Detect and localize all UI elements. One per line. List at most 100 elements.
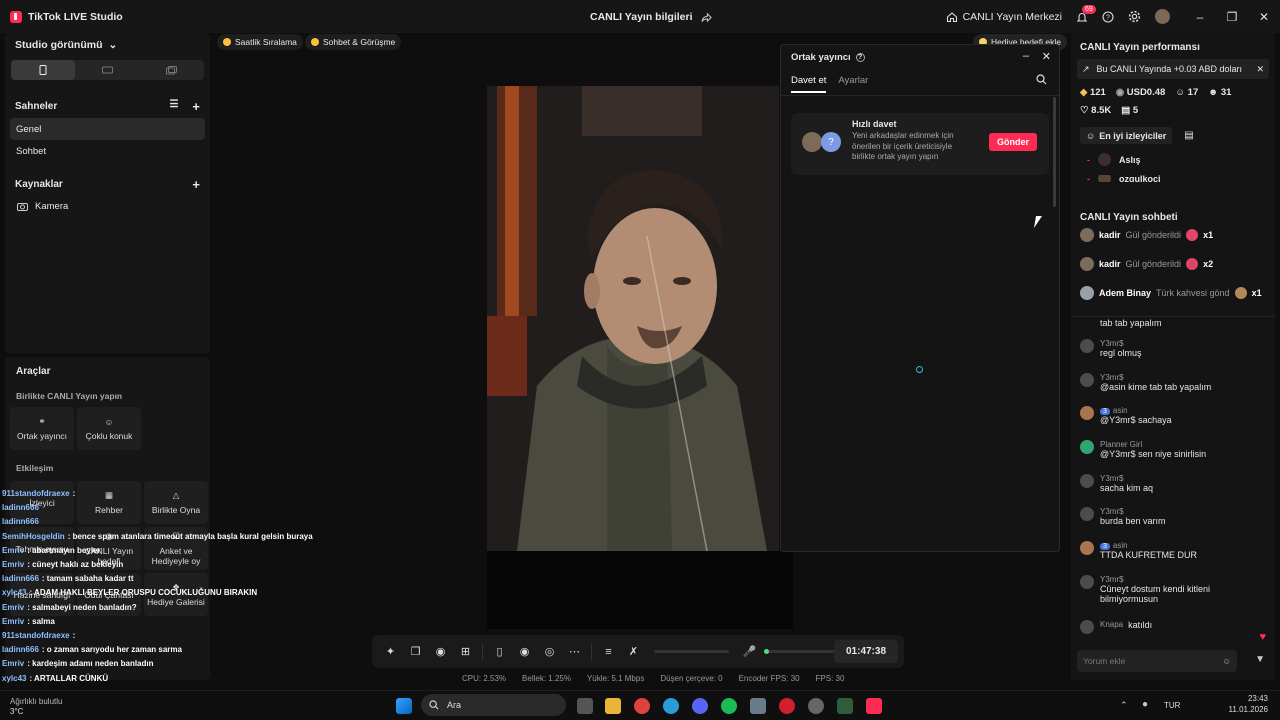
heart-icon: ♥ [1259,631,1266,643]
close-banner-button[interactable]: ✕ [1256,64,1264,75]
camera-flip-icon[interactable]: ◎ [537,645,562,658]
source-item-camera[interactable]: Kamera [5,197,210,215]
chat-text: @Y3mr$ sachaya [1100,415,1172,425]
info-icon[interactable]: ? [855,53,865,62]
chip-label: Saatlik Sıralama [235,37,297,47]
rose-icon [1186,258,1199,270]
emoji-icon[interactable]: ☺ [1222,656,1231,666]
home-icon [946,11,958,23]
fps: FPS: 30 [815,674,845,683]
notifications-button[interactable]: 69 [1076,4,1096,23]
followers-stat: ☻ 31 [1208,87,1232,98]
close-window-button[interactable]: ✕ [1248,10,1280,24]
add-scene-button[interactable]: + [192,99,200,114]
scene-item-genel[interactable]: Genel [10,118,205,140]
scrollbar[interactable] [1053,97,1056,207]
discord-icon[interactable] [692,698,708,714]
chat-message: 3 asin TTDA KUFRETME DUR [1071,541,1274,560]
taskbar-search[interactable]: Ara [421,694,566,716]
overlay-chat-line: 911standofdraexe: [2,489,76,498]
diamond-stat: ◆ 121 [1080,87,1106,98]
system-clock[interactable]: 23:43 11.01.2026 [1229,693,1268,715]
chat-meet-chip[interactable]: Sohbet & Görüşme [305,34,402,50]
chrome-icon[interactable] [634,698,650,714]
filter-icon[interactable]: ▼ [1255,654,1265,665]
add-source-button[interactable]: + [192,177,200,192]
microphone-icon[interactable]: 🎤 [737,645,762,658]
chat-message: Planner Girl @Y3mr$ sen niye sinirlisin [1071,440,1274,459]
title-bar: TikTok LIVE Studio CANLI Yayın bilgileri… [0,0,1280,33]
mixer-icon[interactable]: ≡ [596,646,621,658]
top-viewers-tab[interactable]: ☺ En iyi izleyiciler [1080,127,1173,144]
multi-guest-tool-button[interactable]: ☺ Çoklu konuk [77,407,141,450]
record-icon[interactable]: ◉ [512,645,537,658]
layout-toggle [11,60,204,80]
windows-taskbar: Ağırlıklı bulutlu 3°C ⌃ ● TUR [0,690,1280,720]
app-icon[interactable] [808,698,824,714]
overlay-chat-line: ladinn666: tamam sabaha kadar tt [2,574,134,584]
more-icon[interactable]: ⋯ [562,645,587,658]
dual-layout-button[interactable] [140,60,204,80]
studio-view-dropdown[interactable]: Studio görünümü ⌄ [5,33,210,57]
phone-icon[interactable]: ▯ [487,645,512,658]
tab-invite[interactable]: Davet et [791,75,827,93]
chevron-up-icon[interactable]: ⌃ [1120,700,1128,711]
close-panel-button[interactable]: ✕ [1042,50,1051,63]
source-label: Kamera [35,200,69,212]
heart-icon: ♡ [1080,105,1089,116]
list-icon[interactable]: ▤ [1184,130,1193,141]
screen-capture-icon[interactable]: ❐ [403,645,428,658]
gift-message: Adem Binay Türk kahvesi gönd x1 [1080,286,1270,300]
top-viewer-row[interactable]: - ozgulkoci [1087,175,1275,182]
live-center-button[interactable]: CANLI Yayın Merkezi [946,11,1062,23]
list-icon[interactable]: ☰ [169,99,178,114]
cohost-tabs: Davet et Ayarlar [791,75,868,93]
live-info-label: CANLI Yayın bilgileri [590,11,693,23]
windows-start-icon[interactable] [396,698,412,714]
maximize-window-button[interactable]: ❐ [1216,10,1248,24]
avatar [1080,575,1094,589]
speaker-muted-icon[interactable]: ✗ [621,645,646,658]
sources-header: Kaynaklar + [5,175,210,193]
cpu-usage: CPU: 2.53% [462,674,507,683]
help-button[interactable]: ? [1102,10,1114,23]
magic-wand-icon[interactable]: ✦ [378,645,403,658]
speaker-volume-slider[interactable] [654,650,729,653]
hourly-ranking-chip[interactable]: Saatlik Sıralama [217,34,303,50]
send-invite-button[interactable]: Gönder [989,133,1037,151]
tab-settings[interactable]: Ayarlar [838,75,868,93]
profile-avatar[interactable] [1155,9,1170,24]
add-source-icon[interactable]: ⊞ [453,645,478,658]
language-indicator[interactable]: TUR [1164,701,1180,710]
effects-icon[interactable]: ◉ [428,645,453,658]
minimize-window-button[interactable]: – [1184,10,1216,24]
edge-icon[interactable] [663,698,679,714]
tiktok-studio-taskbar-icon[interactable] [866,698,882,714]
avatar [1080,339,1094,353]
live-info-button[interactable]: CANLI Yayın bilgileri [590,11,712,23]
comment-input[interactable]: Yorum ekle ☺ [1077,650,1237,672]
microphone-tray-icon[interactable]: ● [1142,699,1148,710]
app-icon[interactable] [750,698,766,714]
overlay-chat: 911standofdraexe: ladinn666 ladinn666 Semih… [2,487,322,686]
search-icon[interactable] [1036,74,1047,88]
weather-widget[interactable]: Ağırlıklı bulutlu 3°C [10,697,62,717]
mic-volume-slider[interactable] [764,649,839,654]
file-explorer-icon[interactable] [605,698,621,714]
spotify-icon[interactable] [721,698,737,714]
task-view-icon[interactable] [577,698,593,714]
minimize-panel-button[interactable]: – [1023,50,1029,62]
landscape-layout-button[interactable] [75,60,139,80]
avatar [1080,474,1094,488]
portrait-layout-button[interactable] [11,60,76,80]
top-viewer-row[interactable]: - Aslış [1087,153,1275,166]
opera-icon[interactable] [779,698,795,714]
cohost-tool-button[interactable]: ⚭ Ortak yayıncı [10,407,74,450]
chat-username: Y3mr$ [1100,474,1124,483]
settings-button[interactable] [1128,10,1141,23]
tiktok-logo-icon [10,10,22,23]
scene-item-sohbet[interactable]: Sohbet [10,140,205,162]
gift-message: kadir Gül gönderildi x1 [1080,228,1213,242]
app-icon[interactable] [837,698,853,714]
dropped-frames: Düşen çerçeve: 0 [660,674,723,683]
